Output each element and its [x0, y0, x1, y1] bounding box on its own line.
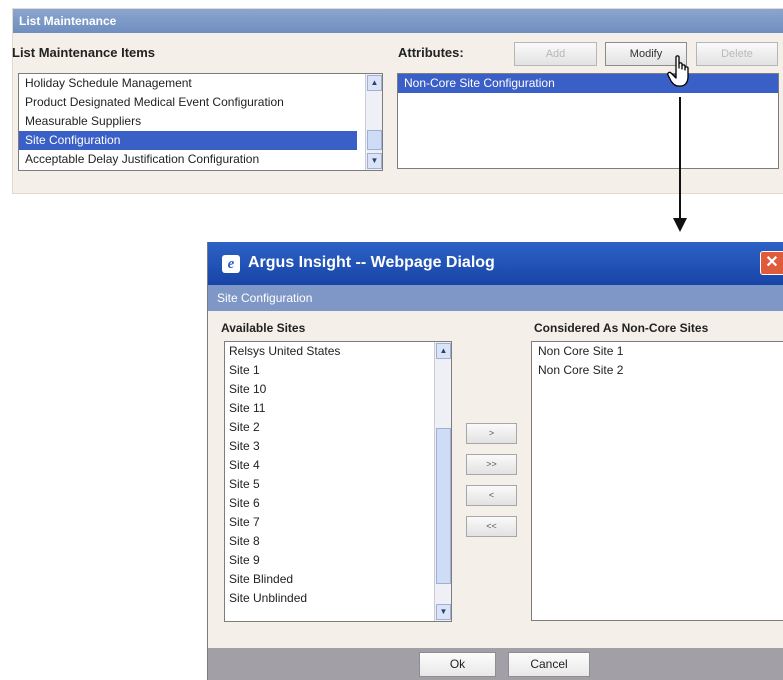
list-item-non-core-site-config[interactable]: Non-Core Site Configuration — [398, 74, 778, 93]
scroll-down-icon[interactable]: ▼ — [367, 153, 382, 169]
list-maintenance-items-listbox[interactable]: Holiday Schedule Management Product Desi… — [18, 73, 383, 171]
add-button[interactable]: Add — [514, 42, 597, 66]
list-item[interactable]: Site 11 — [225, 399, 451, 418]
list-item[interactable]: Site 4 — [225, 456, 451, 475]
hand-cursor-icon — [667, 55, 689, 87]
ok-button[interactable]: Ok — [419, 652, 496, 677]
attributes-listbox[interactable]: Non-Core Site Configuration — [397, 73, 779, 169]
scroll-thumb[interactable] — [367, 130, 382, 150]
move-one-right-button[interactable]: > — [466, 423, 517, 444]
list-maintenance-items-label: List Maintenance Items — [12, 45, 156, 60]
list-item[interactable]: Site 9 — [225, 551, 451, 570]
cancel-button[interactable]: Cancel — [508, 652, 590, 677]
move-one-left-button[interactable]: < — [466, 485, 517, 506]
dialog-subheader: Site Configuration — [208, 285, 783, 311]
scroll-up-icon[interactable]: ▲ — [367, 75, 382, 91]
non-core-sites-label: Considered As Non-Core Sites — [534, 321, 709, 335]
list-item-holiday-schedule[interactable]: Holiday Schedule Management — [19, 74, 382, 93]
delete-button[interactable]: Delete — [696, 42, 778, 66]
move-all-left-button[interactable]: << — [466, 516, 517, 537]
list-item[interactable]: Site 1 — [225, 361, 451, 380]
list-item[interactable]: Site 10 — [225, 380, 451, 399]
non-core-sites-listbox[interactable]: Non Core Site 1 Non Core Site 2 — [531, 341, 783, 621]
scroll-thumb[interactable] — [436, 428, 451, 584]
move-all-right-button[interactable]: >> — [466, 454, 517, 475]
list-item[interactable]: Site 2 — [225, 418, 451, 437]
site-configuration-dialog: e Argus Insight -- Webpage Dialog ✕ Site… — [207, 242, 783, 680]
ie-icon: e — [222, 255, 240, 273]
items-scrollbar[interactable]: ▲ ▼ — [365, 74, 382, 170]
list-item[interactable]: Non Core Site 2 — [532, 361, 783, 380]
scroll-up-icon[interactable]: ▲ — [436, 343, 451, 359]
close-icon[interactable]: ✕ — [760, 251, 783, 275]
list-item[interactable]: Site Blinded — [225, 570, 451, 589]
list-item[interactable]: Site 8 — [225, 532, 451, 551]
list-item[interactable]: Site Unblinded — [225, 589, 451, 608]
list-item[interactable]: Site 6 — [225, 494, 451, 513]
available-sites-label: Available Sites — [221, 321, 306, 335]
list-item-acceptable-delay[interactable]: Acceptable Delay Justification Configura… — [19, 150, 382, 169]
dialog-titlebar[interactable]: e Argus Insight -- Webpage Dialog ✕ — [208, 242, 783, 285]
flow-arrow-head-icon — [673, 218, 687, 232]
dialog-title: Argus Insight -- Webpage Dialog — [248, 254, 495, 271]
list-item[interactable]: Site 5 — [225, 475, 451, 494]
scroll-down-icon[interactable]: ▼ — [436, 604, 451, 620]
list-item-site-configuration[interactable]: Site Configuration — [19, 131, 357, 150]
flow-arrow-line — [679, 97, 681, 221]
list-item[interactable]: Site 7 — [225, 513, 451, 532]
list-item-pdme-config[interactable]: Product Designated Medical Event Configu… — [19, 93, 382, 112]
list-item-measurable-suppliers[interactable]: Measurable Suppliers — [19, 112, 382, 131]
available-sites-scrollbar[interactable]: ▲ ▼ — [434, 342, 451, 621]
list-maintenance-header: List Maintenance — [13, 9, 783, 33]
attributes-label: Attributes: — [398, 45, 464, 60]
list-item[interactable]: Relsys United States — [225, 342, 451, 361]
list-item[interactable]: Site 3 — [225, 437, 451, 456]
list-item[interactable]: Non Core Site 1 — [532, 342, 783, 361]
available-sites-listbox[interactable]: Relsys United States Site 1 Site 10 Site… — [224, 341, 452, 622]
